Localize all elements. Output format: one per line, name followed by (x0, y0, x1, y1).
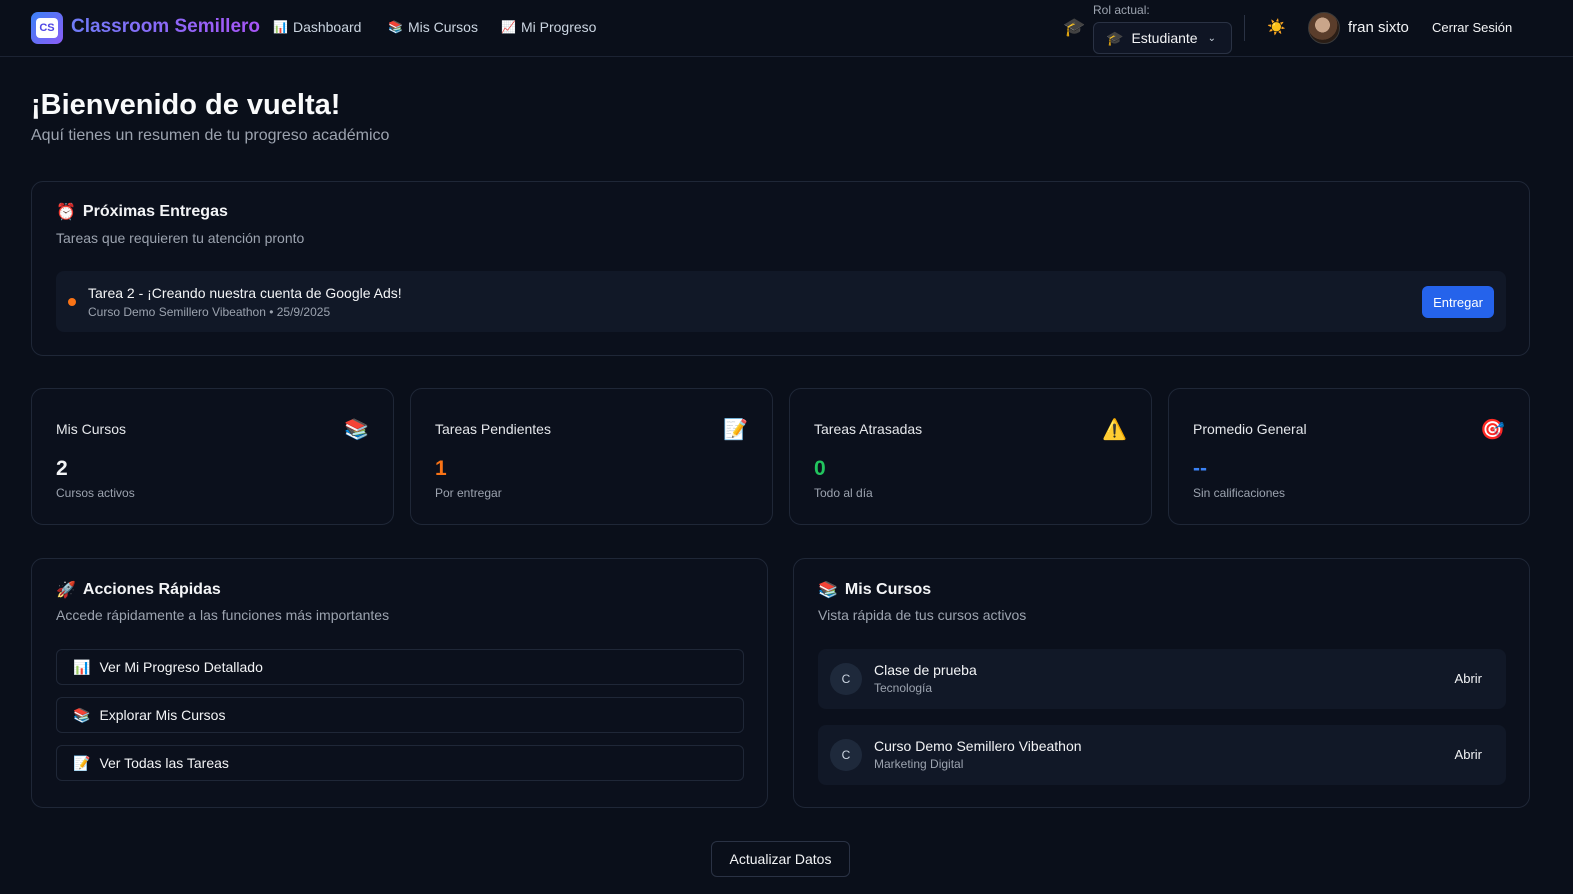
brand-name[interactable]: Classroom Semillero (71, 16, 260, 38)
stat-card-average: Promedio General 🎯 -- Sin calificaciones (1168, 388, 1530, 525)
books-icon: 📚 (73, 706, 91, 723)
open-course-button[interactable]: Abrir (1455, 671, 1482, 686)
explore-courses-button[interactable]: 📚 Explorar Mis Cursos (56, 697, 744, 733)
stat-label: Tareas Atrasadas (814, 421, 923, 437)
refresh-data-button[interactable]: Actualizar Datos (711, 841, 850, 877)
delivery-item[interactable]: Tarea 2 - ¡Creando nuestra cuenta de Goo… (56, 271, 1506, 332)
course-category: Marketing Digital (874, 757, 964, 771)
nav-mis-cursos-label: Mis Cursos (407, 19, 478, 35)
graduation-cap-icon: 🎓 (1063, 17, 1086, 37)
username: fran sixto (1348, 19, 1409, 36)
warning-icon: ⚠️ (1102, 419, 1127, 441)
course-category: Tecnología (874, 681, 933, 695)
role-value: Estudiante (1131, 30, 1198, 46)
alarm-clock-icon: ⏰ (56, 204, 76, 221)
nav-dashboard[interactable]: 📊 Dashboard (273, 19, 361, 35)
stat-value: 2 (56, 457, 68, 480)
stat-value: 0 (814, 457, 826, 480)
books-icon: 📚 (388, 20, 403, 34)
chart-icon: 📊 (273, 20, 288, 34)
trend-icon: 📈 (501, 20, 516, 34)
user-avatar[interactable] (1308, 12, 1340, 44)
role-select[interactable]: 🎓 Estudiante ⌄ (1093, 22, 1232, 54)
quick-actions-subtitle: Accede rápidamente a las funciones más i… (56, 607, 390, 623)
books-icon: 📚 (344, 419, 369, 441)
top-navbar: CS Classroom Semillero 📊 Dashboard 📚 Mis… (0, 0, 1573, 57)
stat-label: Promedio General (1193, 421, 1307, 437)
books-icon: 📚 (818, 582, 838, 599)
page-title: ¡Bienvenido de vuelta! (31, 89, 341, 121)
upcoming-title: ⏰ Próximas Entregas (56, 202, 228, 222)
stat-value: 1 (435, 457, 447, 480)
memo-icon: 📝 (73, 754, 91, 771)
quick-action-label: Explorar Mis Cursos (99, 707, 226, 723)
nav-mi-progreso[interactable]: 📈 Mi Progreso (501, 19, 596, 35)
open-course-button[interactable]: Abrir (1455, 747, 1482, 762)
submit-button[interactable]: Entregar (1422, 286, 1494, 318)
chevron-down-icon: ⌄ (1207, 32, 1216, 44)
theme-toggle-sun-icon[interactable]: ☀️ (1267, 18, 1286, 36)
memo-icon: 📝 (723, 419, 748, 441)
upcoming-title-text: Próximas Entregas (82, 203, 228, 220)
app-logo[interactable]: CS (31, 12, 63, 44)
course-item[interactable]: C Clase de prueba Tecnología Abrir (818, 649, 1506, 709)
quick-action-label: Ver Todas las Tareas (99, 755, 229, 771)
stat-sub: Cursos activos (56, 486, 135, 500)
course-name: Curso Demo Semillero Vibeathon (874, 738, 1082, 754)
my-courses-subtitle: Vista rápida de tus cursos activos (818, 607, 1027, 623)
quick-actions-title-text: Acciones Rápidas (82, 581, 221, 598)
stat-label: Mis Cursos (56, 421, 127, 437)
course-avatar: C (830, 739, 862, 771)
quick-actions-title: 🚀 Acciones Rápidas (56, 580, 221, 600)
stat-sub: Por entregar (435, 486, 502, 500)
nav-mi-progreso-label: Mi Progreso (520, 19, 597, 35)
course-avatar: C (830, 663, 862, 695)
target-icon: 🎯 (1480, 419, 1505, 441)
logout-button[interactable]: Cerrar Sesión (1432, 20, 1512, 35)
stat-card-overdue: Tareas Atrasadas ⚠️ 0 Todo al día (789, 388, 1152, 525)
header-divider (1244, 15, 1245, 41)
my-courses-card: 📚 Mis Cursos Vista rápida de tus cursos … (793, 558, 1530, 808)
quick-action-label: Ver Mi Progreso Detallado (99, 659, 263, 675)
view-all-tasks-button[interactable]: 📝 Ver Todas las Tareas (56, 745, 744, 781)
view-progress-button[interactable]: 📊 Ver Mi Progreso Detallado (56, 649, 744, 685)
stat-card-pending: Tareas Pendientes 📝 1 Por entregar (410, 388, 773, 525)
nav-mis-cursos[interactable]: 📚 Mis Cursos (388, 19, 478, 35)
upcoming-subtitle: Tareas que requieren tu atención pronto (56, 230, 305, 246)
logo-text: CS (36, 18, 58, 38)
stat-sub: Todo al día (814, 486, 873, 500)
delivery-title: Tarea 2 - ¡Creando nuestra cuenta de Goo… (88, 285, 402, 301)
rocket-icon: 🚀 (56, 582, 76, 599)
role-label: Rol actual: (1093, 3, 1150, 17)
upcoming-deliveries-card: ⏰ Próximas Entregas Tareas que requieren… (31, 181, 1530, 356)
course-name: Clase de prueba (874, 662, 977, 678)
course-item[interactable]: C Curso Demo Semillero Vibeathon Marketi… (818, 725, 1506, 785)
nav-dashboard-label: Dashboard (292, 19, 362, 35)
my-courses-title-text: Mis Cursos (844, 581, 932, 598)
stat-value: -- (1193, 457, 1207, 480)
my-courses-title: 📚 Mis Cursos (818, 580, 931, 600)
stat-sub: Sin calificaciones (1193, 486, 1286, 500)
page-subtitle: Aquí tienes un resumen de tu progreso ac… (31, 127, 390, 144)
graduation-cap-icon: 🎓 (1106, 29, 1124, 46)
quick-actions-card: 🚀 Acciones Rápidas Accede rápidamente a … (31, 558, 768, 808)
delivery-meta: Curso Demo Semillero Vibeathon • 25/9/20… (88, 305, 331, 319)
chart-icon: 📊 (73, 658, 91, 675)
status-dot (68, 298, 76, 306)
stat-card-courses: Mis Cursos 📚 2 Cursos activos (31, 388, 394, 525)
stat-label: Tareas Pendientes (435, 421, 551, 437)
